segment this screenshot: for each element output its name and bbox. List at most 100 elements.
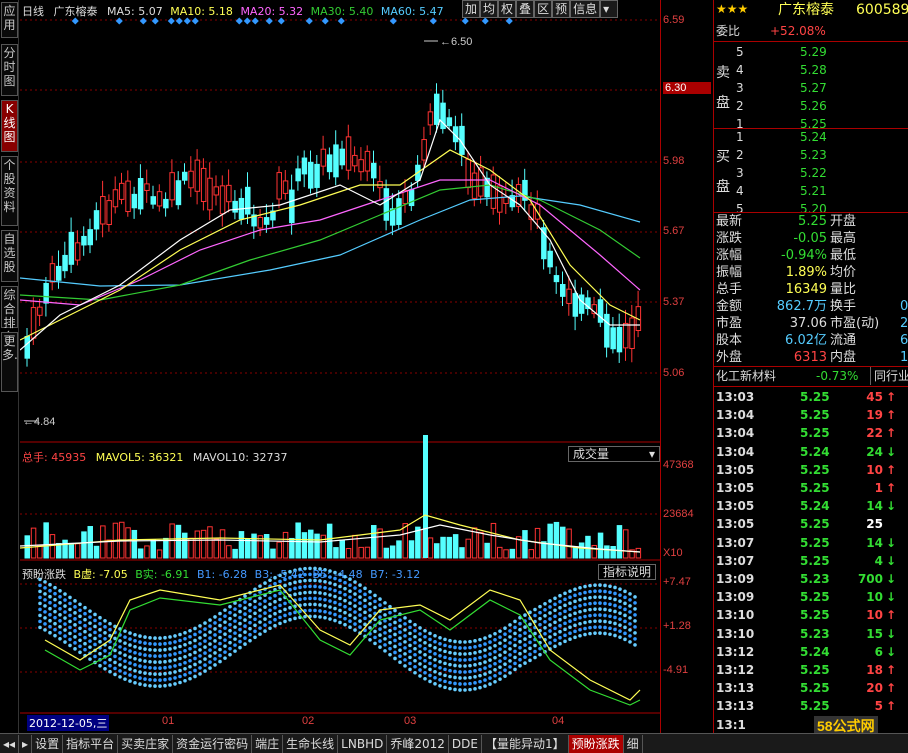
divider [714,386,908,387]
left-tab[interactable]: 自选股 [1,230,18,282]
toolbar-button[interactable]: 信息 [570,0,601,18]
indicator-dot [583,620,587,625]
toolbar-button[interactable]: 叠 [516,0,535,18]
scroll-left-icon[interactable]: ◂◂ [0,734,20,753]
indicator-dot [378,645,382,649]
level-number: 3 [736,166,744,180]
indicator-dot [518,657,522,662]
indicator-dot [398,654,402,659]
indicator-dot [73,647,77,651]
candle-body [68,231,75,265]
indicator-dot [318,597,322,601]
indicator-dot [228,604,232,609]
indicator-dot [478,649,482,654]
candle-body [125,180,131,213]
indicator-dot [253,617,257,622]
indicator-tab[interactable]: 设置 [32,734,64,753]
indicator-tab[interactable]: LNBHD [338,734,388,753]
indicator-dot [288,617,292,622]
indicator-dot [203,669,207,673]
indicator-dot [463,670,467,674]
toolbar-button[interactable]: 权 [498,0,517,18]
indicator-dot [413,652,417,657]
sector-name[interactable]: 化工新材料 [716,367,776,385]
indicator-dot [473,651,477,655]
left-tab[interactable]: K线图 [1,100,18,152]
indicator-dot [578,627,582,632]
left-tab[interactable]: 综合排名 [1,286,18,344]
volume-indicator-dropdown[interactable]: 成交量 ▾ [568,446,660,462]
indicator-dot [283,583,287,588]
indicator-dot [583,632,587,637]
indicator-dot [633,601,637,605]
indicator-dot [83,629,87,634]
indicator-tab[interactable]: 资金运行密码 [173,734,253,753]
left-tab[interactable]: 更多. [1,332,18,392]
indicator-dot [118,663,122,667]
indicator-dot [388,652,392,657]
indicator-tab[interactable]: 【量能异动1】 [482,734,569,753]
indicator-explain-button[interactable]: 指标说明 [598,564,657,580]
toolbar-button[interactable]: 预 [552,0,571,18]
indicator-dot [368,601,372,606]
kline-chart-area[interactable]: ←6.50 ←4.84 [20,0,660,733]
indicator-dot [318,609,322,613]
period-label[interactable]: 日线 [22,5,44,18]
indicator-dot [38,607,42,612]
indicator-tab[interactable]: 生命长线 [283,734,339,753]
indicator-name[interactable]: 预盼涨跌 [22,568,66,581]
indicator-dot [548,623,552,627]
indicator-dot [613,621,617,626]
indicator-tab[interactable]: 细 [624,734,643,753]
indicator-tab[interactable]: 端庄 [252,734,284,753]
indicator-dot [288,605,292,610]
indicator-dot [548,611,552,615]
toolbar-button[interactable]: 均 [480,0,499,18]
indicator-dot [523,637,527,641]
indicator-dot [318,585,322,589]
volume-bar [37,545,43,559]
peer-tab[interactable]: 同行业 [870,367,908,385]
scroll-right-icon[interactable]: ▸ [19,734,33,753]
toolbar-button[interactable]: 加 [462,0,481,18]
indicator-dot [168,665,172,669]
indicator-tab[interactable]: 买卖庄家 [118,734,174,753]
indicator-dot [78,620,82,625]
indicator-dot [58,600,62,605]
indicator-tab[interactable]: 指标平台 [63,734,119,753]
tick-price: 5.25 [800,426,830,441]
indicator-dot [433,657,437,662]
indicator-tab[interactable]: DDE [449,734,482,753]
indicator-tab[interactable]: 乔峰2012 [387,734,449,753]
indicator-dot [488,634,492,638]
indicator-dot [483,660,487,664]
indicator-dot [228,652,232,657]
indicator-dot [98,639,102,644]
volume-bar [74,543,81,559]
indicator-dot [143,647,147,651]
chevron-down-icon[interactable]: ▾ [600,0,619,18]
indicator-dot [158,654,162,658]
left-tab[interactable]: 分时图 [1,44,18,96]
indicator-tab[interactable]: 预盼涨跌 [568,734,624,753]
arrow-up-icon: ↑ [886,663,897,677]
indicator-dot [413,622,417,627]
indicator-dot [238,603,242,608]
left-tab[interactable]: 个股资料 [1,156,18,226]
indicator-dot [168,683,172,687]
indicator-dot [498,665,502,669]
toolbar-button[interactable]: 区 [534,0,553,18]
indicator-dot [533,649,537,654]
tick-volume: 20 [866,681,883,696]
indicator-dot [108,621,112,626]
sell-level: 3 5.27 [714,79,908,97]
stock-name: 广东榕泰 [53,5,98,18]
indicator-axis-label: +1.28 [663,620,691,632]
left-tab[interactable]: 应用 [1,2,18,38]
indicator-dot [513,619,517,624]
indicator-dot [528,640,532,645]
indicator-dot [133,650,137,655]
indicator-dot [508,659,512,663]
indicator-dot [128,679,132,683]
indicator-dot [118,675,122,679]
